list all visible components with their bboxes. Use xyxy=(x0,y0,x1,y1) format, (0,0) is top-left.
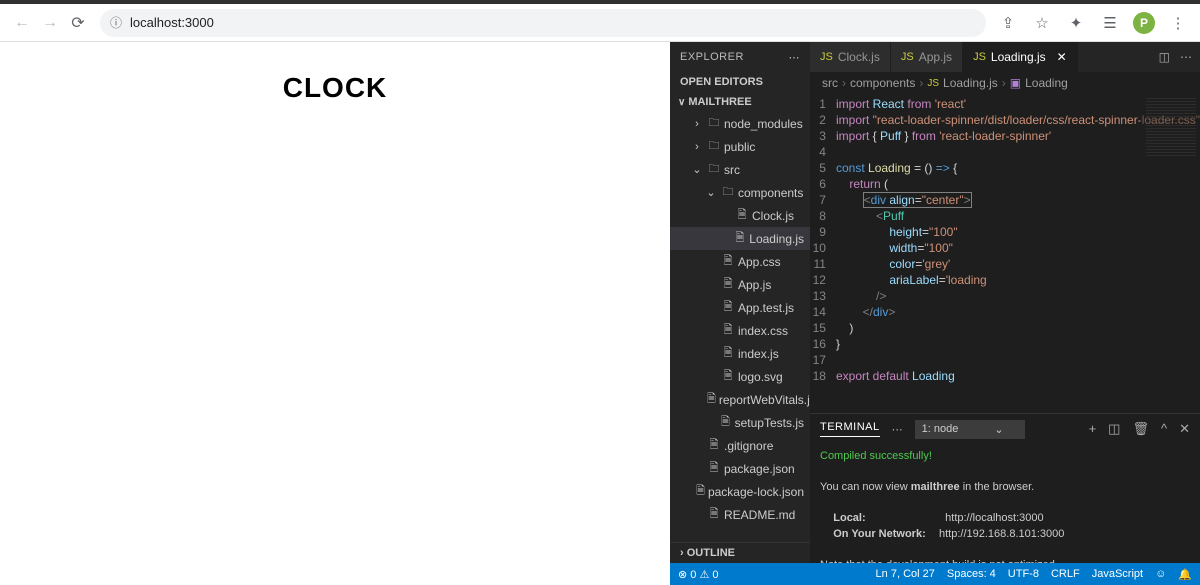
tree-item-Clock-js[interactable]: 🗎Clock.js xyxy=(670,204,810,227)
browser-viewport: CLOCK xyxy=(0,42,670,585)
split-terminal-icon[interactable]: ◫ xyxy=(1108,421,1120,437)
explorer-sidebar: EXPLORER ⋯ OPEN EDITORS ∨MAILTHREE ›🗀nod… xyxy=(670,42,810,563)
terminal-panel: TERMINAL ⋯ 1: node ⌄ + ◫ 🗑 ^ ✕ xyxy=(810,413,1200,563)
avatar[interactable]: P xyxy=(1130,9,1158,37)
tab-App-js[interactable]: JSApp.js xyxy=(891,42,963,72)
tree-item-README-md[interactable]: 🗎README.md xyxy=(670,503,810,526)
terminal-more-icon[interactable]: ⋯ xyxy=(892,423,903,436)
terminal-tab[interactable]: TERMINAL xyxy=(820,421,880,437)
tree-item-public[interactable]: ›🗀public xyxy=(670,135,810,158)
tree-item-package-lock-json[interactable]: 🗎package-lock.json xyxy=(670,480,810,503)
tree-item-logo-svg[interactable]: 🗎logo.svg xyxy=(670,365,810,388)
minimap[interactable] xyxy=(1140,94,1200,413)
status-lncol[interactable]: Ln 7, Col 27 xyxy=(876,568,935,580)
explorer-header: EXPLORER ⋯ xyxy=(670,42,810,72)
chevron-up-icon[interactable]: ^ xyxy=(1161,421,1167,437)
extensions-icon[interactable]: ✦ xyxy=(1062,9,1090,37)
forward-button[interactable]: → xyxy=(36,9,64,37)
page-title: CLOCK xyxy=(283,72,388,104)
editor-tabs: JSClock.jsJSApp.jsJSLoading.js✕ ◫ ⋯ xyxy=(810,42,1200,72)
menu-icon[interactable]: ⋮ xyxy=(1164,9,1192,37)
tree-item-Loading-js[interactable]: 🗎Loading.js xyxy=(670,227,810,250)
status-eol[interactable]: CRLF xyxy=(1051,568,1080,580)
terminal-select[interactable]: 1: node ⌄ xyxy=(915,420,1025,439)
tree-item-App-css[interactable]: 🗎App.css xyxy=(670,250,810,273)
back-button[interactable]: ← xyxy=(8,9,36,37)
reading-list-icon[interactable]: ☰ xyxy=(1096,9,1124,37)
info-icon: ⓘ xyxy=(110,14,122,31)
file-tree: ›🗀node_modules›🗀public⌄🗀src⌄🗀components … xyxy=(670,112,810,542)
tab-Loading-js[interactable]: JSLoading.js✕ xyxy=(963,42,1078,72)
editor-area: JSClock.jsJSApp.jsJSLoading.js✕ ◫ ⋯ src›… xyxy=(810,42,1200,563)
outline-header[interactable]: › OUTLINE xyxy=(670,542,810,563)
status-feedback-icon[interactable]: ☺ xyxy=(1155,568,1166,580)
more-icon[interactable]: ⋯ xyxy=(789,51,801,64)
reload-button[interactable]: ⟳ xyxy=(64,9,92,37)
tree-item-setupTests-js[interactable]: 🗎setupTests.js xyxy=(670,411,810,434)
split-editor-icon[interactable]: ◫ xyxy=(1159,50,1170,64)
breadcrumbs[interactable]: src› components› JS Loading.js› ▣ Loadin… xyxy=(810,72,1200,94)
tree-item-App-test-js[interactable]: 🗎App.test.js xyxy=(670,296,810,319)
status-errors[interactable]: ⊗ 0 ⚠ 0 xyxy=(678,568,718,581)
tree-item-package-json[interactable]: 🗎package.json xyxy=(670,457,810,480)
close-panel-icon[interactable]: ✕ xyxy=(1179,421,1190,437)
status-bell-icon[interactable]: 🔔 xyxy=(1178,568,1192,581)
url-bar[interactable]: ⓘ localhost:3000 xyxy=(100,9,986,37)
trash-icon[interactable]: 🗑 xyxy=(1132,421,1149,437)
url-text: localhost:3000 xyxy=(130,15,214,30)
project-root[interactable]: ∨MAILTHREE xyxy=(670,92,810,112)
tree-item-reportWebVitals-js[interactable]: 🗎reportWebVitals.js xyxy=(670,388,810,411)
code-editor[interactable]: 1 2 3 4 5 6 7 8 9 10 11 12 13 14 15 16 1… xyxy=(810,94,1200,413)
open-editors-header[interactable]: OPEN EDITORS xyxy=(670,72,810,92)
status-lang[interactable]: JavaScript xyxy=(1092,568,1143,580)
vscode-window: EXPLORER ⋯ OPEN EDITORS ∨MAILTHREE ›🗀nod… xyxy=(670,42,1200,585)
more-actions-icon[interactable]: ⋯ xyxy=(1180,50,1192,64)
tree-item-index-js[interactable]: 🗎index.js xyxy=(670,342,810,365)
status-encoding[interactable]: UTF-8 xyxy=(1008,568,1039,580)
tab-Clock-js[interactable]: JSClock.js xyxy=(810,42,891,72)
tree-item-App-js[interactable]: 🗎App.js xyxy=(670,273,810,296)
share-icon[interactable]: ⇪ xyxy=(994,9,1022,37)
tree-item--gitignore[interactable]: 🗎.gitignore xyxy=(670,434,810,457)
tree-item-src[interactable]: ⌄🗀src xyxy=(670,158,810,181)
tree-item-index-css[interactable]: 🗎index.css xyxy=(670,319,810,342)
status-bar: ⊗ 0 ⚠ 0 Ln 7, Col 27 Spaces: 4 UTF-8 CRL… xyxy=(670,563,1200,585)
browser-toolbar: ← → ⟳ ⓘ localhost:3000 ⇪ ☆ ✦ ☰ P ⋮ xyxy=(0,4,1200,42)
new-terminal-icon[interactable]: + xyxy=(1089,421,1097,437)
terminal-output[interactable]: Compiled successfully! You can now view … xyxy=(810,444,1200,563)
tree-item-components[interactable]: ⌄🗀components xyxy=(670,181,810,204)
toolbar-icons: ⇪ ☆ ✦ ☰ P ⋮ xyxy=(994,9,1192,37)
star-icon[interactable]: ☆ xyxy=(1028,9,1056,37)
tree-item-node_modules[interactable]: ›🗀node_modules xyxy=(670,112,810,135)
status-spaces[interactable]: Spaces: 4 xyxy=(947,568,996,580)
explorer-title: EXPLORER xyxy=(680,51,744,63)
